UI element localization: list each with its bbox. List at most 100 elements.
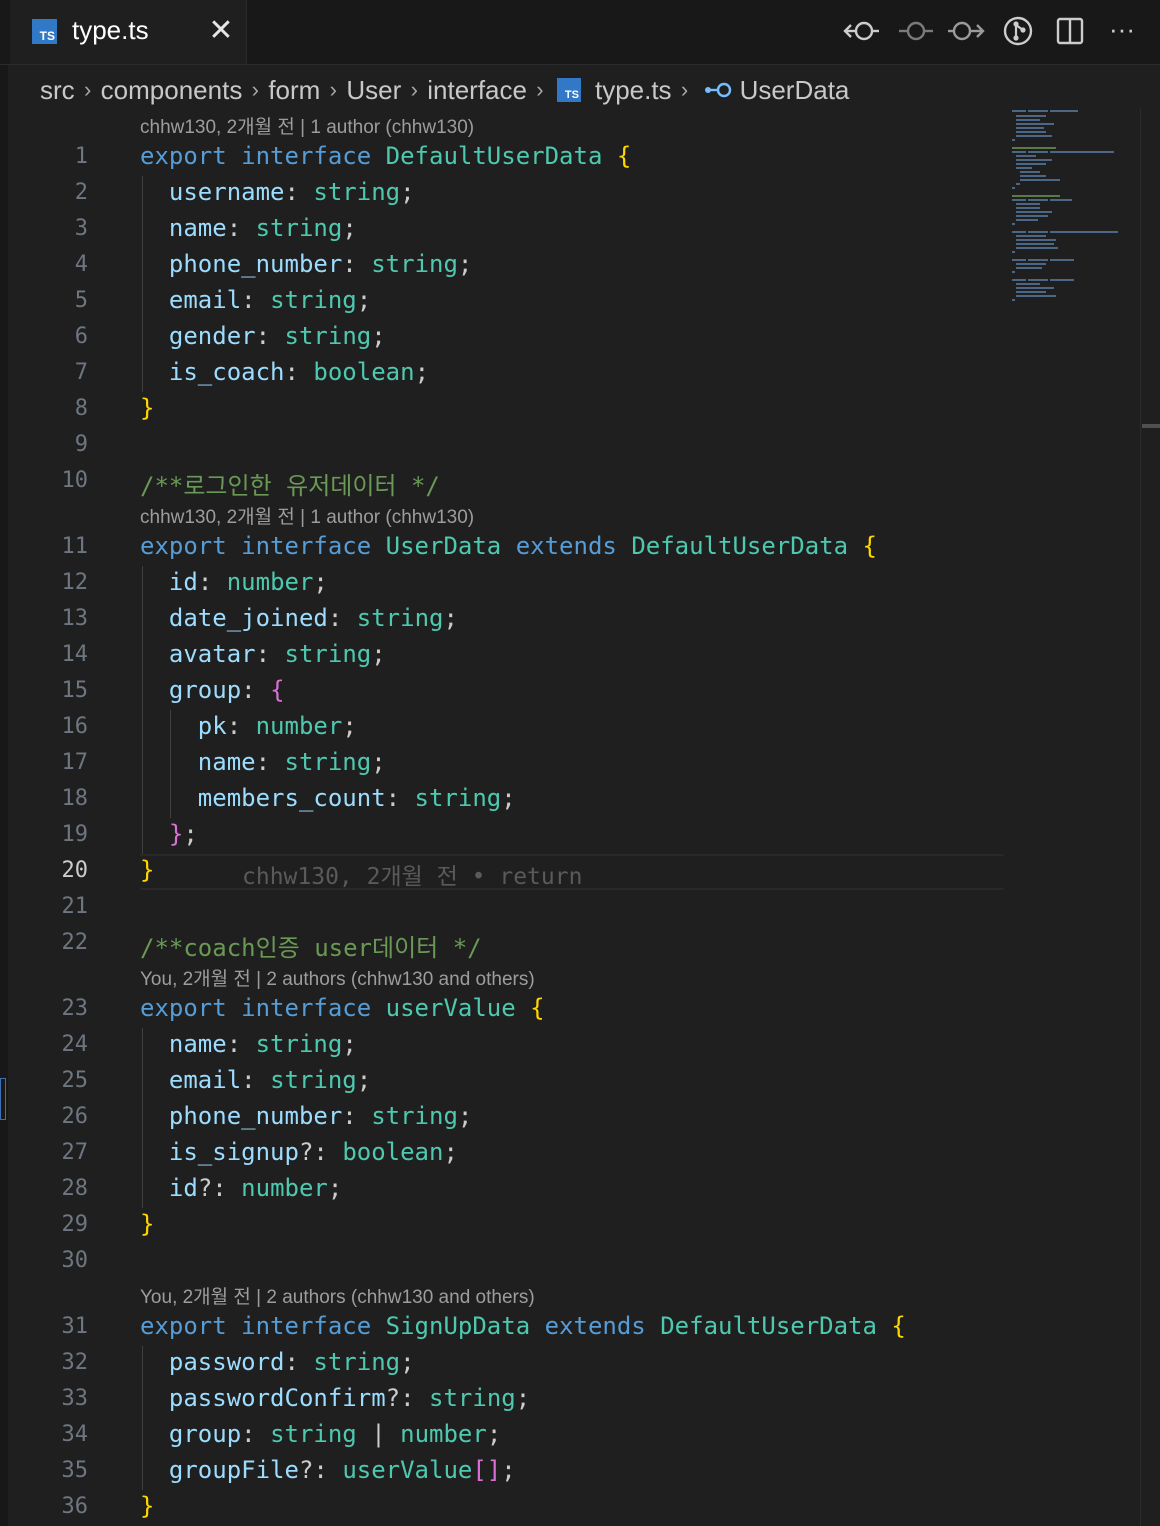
scroll-position-marker bbox=[0, 1078, 6, 1120]
code-line: name: string; bbox=[197, 748, 386, 776]
activity-edge bbox=[0, 64, 8, 1526]
code-line: }; bbox=[168, 820, 198, 848]
breadcrumb-item-src[interactable]: src bbox=[40, 75, 75, 106]
code-line: } bbox=[140, 1210, 155, 1238]
code-line: } bbox=[140, 394, 155, 422]
chevron-right-icon: › bbox=[536, 77, 544, 102]
code-line: gender: string; bbox=[168, 322, 386, 350]
line-number: 27 bbox=[61, 1140, 89, 1165]
line-number: 21 bbox=[61, 894, 89, 919]
line-number: 15 bbox=[61, 678, 89, 703]
line-number: 13 bbox=[61, 606, 89, 631]
code-line: is_coach: boolean; bbox=[168, 358, 430, 386]
code-comment: /**coach인증 user데이터 */ bbox=[140, 934, 482, 962]
code-line: name: string; bbox=[168, 214, 357, 242]
code-line: passwordConfirm?: string; bbox=[168, 1384, 531, 1412]
code-line: groupFile?: userValue[]; bbox=[168, 1456, 516, 1484]
open-changes-with-previous-revision-icon[interactable] bbox=[842, 13, 882, 49]
code-line: date_joined: string; bbox=[168, 604, 458, 632]
code-line: id?: number; bbox=[168, 1174, 343, 1202]
line-number: 24 bbox=[61, 1032, 89, 1057]
codelens-blame[interactable]: You, 2개월 전 | 2 authors (chhw130 and othe… bbox=[140, 964, 535, 991]
open-changes-with-next-revision-icon[interactable] bbox=[946, 13, 986, 49]
tab-bar: TS type.ts ✕ ··· bbox=[0, 0, 1160, 65]
line-number-active: 20 bbox=[61, 858, 89, 883]
code-comment: /**로그인한 유저데이터 */ bbox=[140, 472, 440, 500]
line-number: 4 bbox=[74, 252, 88, 277]
minimap[interactable] bbox=[1012, 108, 1132, 308]
code-line: members_count: string; bbox=[197, 784, 516, 812]
code-line: group: { bbox=[168, 676, 285, 704]
code-line: phone_number: string; bbox=[168, 1102, 473, 1130]
tab-type-ts[interactable]: TS type.ts ✕ bbox=[10, 0, 247, 64]
line-number: 17 bbox=[61, 750, 89, 775]
line-number: 35 bbox=[61, 1458, 89, 1483]
tab-label: type.ts bbox=[72, 15, 149, 45]
typescript-file-icon: TS bbox=[32, 19, 57, 44]
breadcrumb-item-form[interactable]: form bbox=[268, 75, 320, 106]
chevron-right-icon: › bbox=[680, 77, 689, 102]
code-line: } bbox=[140, 1492, 155, 1520]
line-number: 26 bbox=[61, 1104, 89, 1129]
line-number: 19 bbox=[61, 822, 89, 847]
code-line: email: string; bbox=[168, 1066, 372, 1094]
code-line: pk: number; bbox=[197, 712, 357, 740]
inline-blame: chhw130, 2개월 전 • return bbox=[242, 864, 583, 890]
code-line: export interface SignUpData extends Defa… bbox=[140, 1312, 906, 1340]
codelens-blame[interactable]: chhw130, 2개월 전 | 1 author (chhw130) bbox=[140, 112, 474, 139]
codelens-blame[interactable]: You, 2개월 전 | 2 authors (chhw130 and othe… bbox=[140, 1282, 535, 1309]
line-number: 25 bbox=[61, 1068, 89, 1093]
close-icon[interactable]: ✕ bbox=[206, 14, 236, 48]
line-number: 36 bbox=[61, 1494, 89, 1519]
line-number: 10 bbox=[61, 468, 89, 493]
code-line: id: number; bbox=[168, 568, 328, 596]
line-number: 23 bbox=[61, 996, 89, 1021]
line-number: 6 bbox=[74, 324, 88, 349]
breadcrumb-item-interface[interactable]: interface bbox=[427, 75, 527, 106]
code-line: } bbox=[140, 856, 155, 884]
line-number: 2 bbox=[74, 180, 88, 205]
scrollbar-cursor-marker bbox=[1142, 424, 1160, 428]
code-line: is_signup?: boolean; bbox=[168, 1138, 458, 1166]
code-line: export interface UserData extends Defaul… bbox=[140, 532, 877, 560]
open-line-changes-icon[interactable] bbox=[896, 13, 936, 49]
typescript-file-icon: TS bbox=[556, 78, 581, 102]
breadcrumb-item-userdata[interactable]: UserData bbox=[740, 75, 850, 106]
line-number: 16 bbox=[61, 714, 89, 739]
code-line: username: string; bbox=[168, 178, 415, 206]
line-number: 5 bbox=[74, 288, 88, 313]
breadcrumb-item-type-ts[interactable]: type.ts bbox=[595, 75, 672, 106]
code-line: name: string; bbox=[168, 1030, 357, 1058]
code-line: group: string | number; bbox=[168, 1420, 502, 1448]
chevron-right-icon: › bbox=[84, 77, 92, 102]
line-number: 3 bbox=[74, 216, 88, 241]
interface-symbol-icon bbox=[704, 75, 732, 106]
more-actions-icon[interactable]: ··· bbox=[1104, 13, 1140, 49]
line-number: 14 bbox=[61, 642, 89, 667]
line-number: 9 bbox=[74, 432, 88, 457]
code-line: avatar: string; bbox=[168, 640, 386, 668]
vertical-scrollbar[interactable] bbox=[1140, 108, 1160, 1526]
split-editor-icon[interactable] bbox=[1054, 13, 1086, 49]
line-number: 34 bbox=[61, 1422, 89, 1447]
line-number: 8 bbox=[74, 396, 88, 421]
line-number: 28 bbox=[61, 1176, 89, 1201]
line-number: 12 bbox=[61, 570, 89, 595]
codelens-blame[interactable]: chhw130, 2개월 전 | 1 author (chhw130) bbox=[140, 502, 474, 529]
chevron-right-icon: › bbox=[251, 77, 259, 102]
line-number: 11 bbox=[61, 534, 89, 559]
code-line: email: string; bbox=[168, 286, 372, 314]
line-number: 18 bbox=[61, 786, 89, 811]
breadcrumb-item-user[interactable]: User bbox=[346, 75, 401, 106]
breadcrumb-item-components[interactable]: components bbox=[101, 75, 243, 106]
line-number: 31 bbox=[61, 1314, 89, 1339]
chevron-right-icon: › bbox=[329, 77, 337, 102]
chevron-right-icon: › bbox=[410, 77, 418, 102]
line-number: 1 bbox=[74, 144, 88, 169]
code-line: export interface DefaultUserData { bbox=[140, 142, 632, 170]
line-number: 32 bbox=[61, 1350, 89, 1375]
source-control-graph-icon[interactable] bbox=[1000, 13, 1036, 49]
line-number: 29 bbox=[61, 1212, 89, 1237]
line-number: 30 bbox=[61, 1248, 89, 1273]
breadcrumb: src › components › form › User › interfa… bbox=[40, 72, 849, 108]
